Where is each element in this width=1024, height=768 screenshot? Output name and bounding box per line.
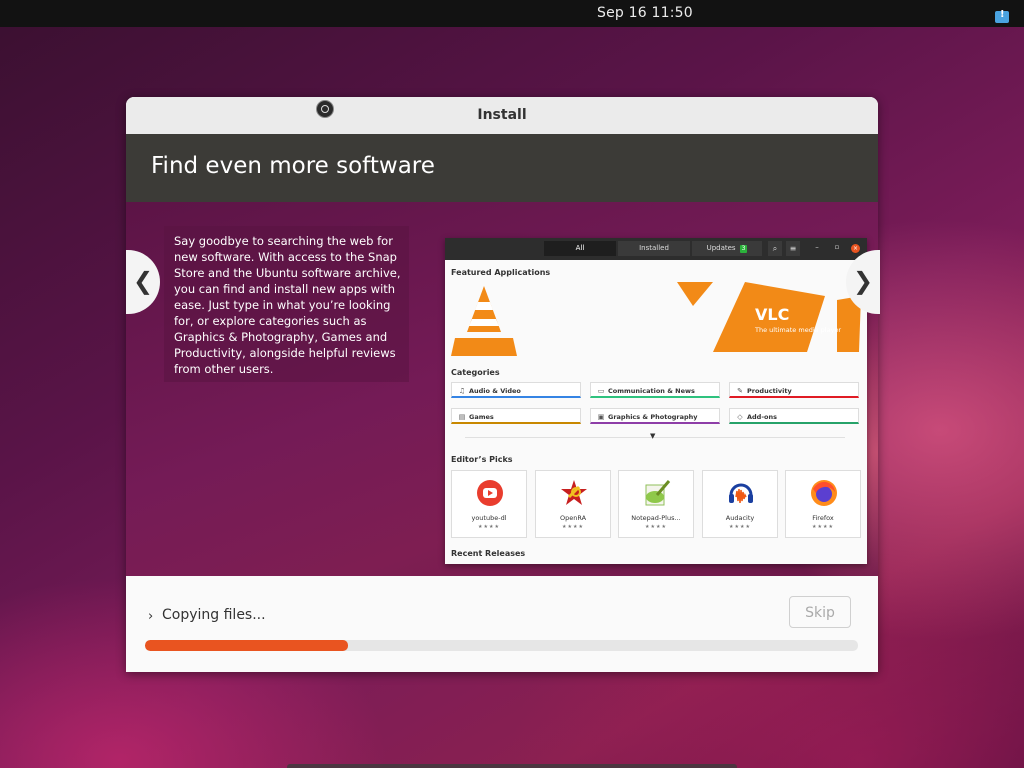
close-icon: × (851, 244, 860, 253)
youtube-dl-icon (477, 480, 503, 506)
clock[interactable]: Sep 16 11:50 (597, 5, 693, 21)
pick-youtube-dl: youtube-dl ★★★★ (451, 470, 527, 538)
pick-openra: OpenRA ★★★★ (535, 470, 611, 538)
category-label: Games (469, 413, 494, 421)
featured-heading: Featured Applications (451, 268, 551, 277)
category-addons: ◇ Add-ons (729, 408, 859, 424)
top-bar: Sep 16 11:50 (0, 0, 1024, 27)
categories-heading: Categories (451, 368, 500, 377)
pick-rating: ★★★★ (812, 524, 834, 530)
category-label: Graphics & Photography (608, 413, 698, 421)
minimize-icon: – (815, 243, 819, 251)
pick-name: Firefox (812, 514, 834, 522)
pick-firefox: Firefox ★★★★ (785, 470, 861, 538)
edit-icon: ✎ (737, 387, 743, 395)
category-label: Audio & Video (469, 387, 521, 395)
audacity-icon (729, 483, 753, 504)
progress-area: › Copying files... Skip (126, 576, 878, 672)
firefox-icon (811, 480, 837, 506)
dock-edge (287, 764, 737, 768)
progress-fill (145, 640, 349, 651)
maximize-icon: ▫ (834, 243, 840, 251)
slide-description: Say goodbye to searching the web for new… (174, 234, 401, 376)
slide-description-box: Say goodbye to searching the web for new… (164, 226, 409, 382)
pick-rating: ★★★★ (478, 524, 500, 530)
gamepad-icon: ▤ (458, 413, 466, 421)
search-icon: ⌕ (768, 241, 782, 256)
slide-title: Find even more software (151, 153, 435, 179)
category-productivity: ✎ Productivity (729, 382, 859, 398)
chevron-right-icon[interactable]: › (148, 609, 153, 624)
notification-icon[interactable] (995, 9, 1009, 23)
recent-releases-heading: Recent Releases (451, 549, 526, 558)
software-store-screenshot: All Installed Updates 3 ⌕ ≡ – ▫ × Feature… (445, 238, 867, 564)
title-bar[interactable]: Install (126, 97, 878, 135)
category-games: ▤ Games (451, 408, 581, 424)
banner-decoration (677, 282, 861, 352)
tab-updates: Updates 3 (692, 241, 762, 256)
chat-icon: ▭ (597, 387, 605, 395)
banner-app-name: VLC (755, 305, 790, 324)
category-label: Communication & News (608, 387, 695, 395)
category-graphics: ▣ Graphics & Photography (590, 408, 720, 424)
tab-updates-label: Updates (706, 244, 736, 252)
status-text[interactable]: Copying files... (162, 607, 266, 623)
pick-audacity: Audacity ★★★★ (702, 470, 778, 538)
banner-tagline: The ultimate media player (755, 326, 842, 334)
openra-icon (561, 480, 587, 505)
pick-name: Notepad-Plus... (631, 514, 681, 522)
category-communication: ▭ Communication & News (590, 382, 720, 398)
skip-button[interactable]: Skip (789, 596, 851, 628)
image-icon: ▣ (597, 413, 605, 421)
installer-window: Install Find even more software Say good… (126, 97, 878, 672)
pick-notepad-plus: Notepad-Plus... ★★★★ (618, 470, 694, 538)
category-label: Add-ons (747, 413, 777, 421)
slide-body: Say goodbye to searching the web for new… (126, 202, 878, 576)
menu-icon: ≡ (786, 241, 800, 256)
puzzle-icon: ◇ (737, 413, 743, 421)
window-title: Install (477, 107, 527, 123)
pick-name: Audacity (725, 514, 755, 522)
pick-rating: ★★★★ (645, 524, 667, 530)
store-header-bar: All Installed Updates 3 ⌕ ≡ – ▫ × (445, 238, 867, 260)
featured-banner: VLC The ultimate media player (445, 282, 867, 360)
slide-header: Find even more software (126, 134, 878, 202)
category-label: Productivity (747, 387, 792, 395)
updates-count-badge: 3 (739, 245, 748, 253)
tab-installed: Installed (618, 241, 690, 256)
music-note-icon: ♫ (458, 387, 466, 395)
progress-bar (145, 640, 858, 651)
category-audio-video: ♫ Audio & Video (451, 382, 581, 398)
pick-rating: ★★★★ (729, 524, 751, 530)
expand-arrow-icon: ▼ (650, 432, 656, 440)
tab-all: All (544, 241, 616, 256)
pick-name: OpenRA (559, 514, 587, 522)
pick-rating: ★★★★ (562, 524, 584, 530)
pick-name: youtube-dl (471, 514, 507, 522)
editors-picks-heading: Editor’s Picks (451, 455, 513, 464)
notepad-plus-icon (645, 480, 671, 506)
